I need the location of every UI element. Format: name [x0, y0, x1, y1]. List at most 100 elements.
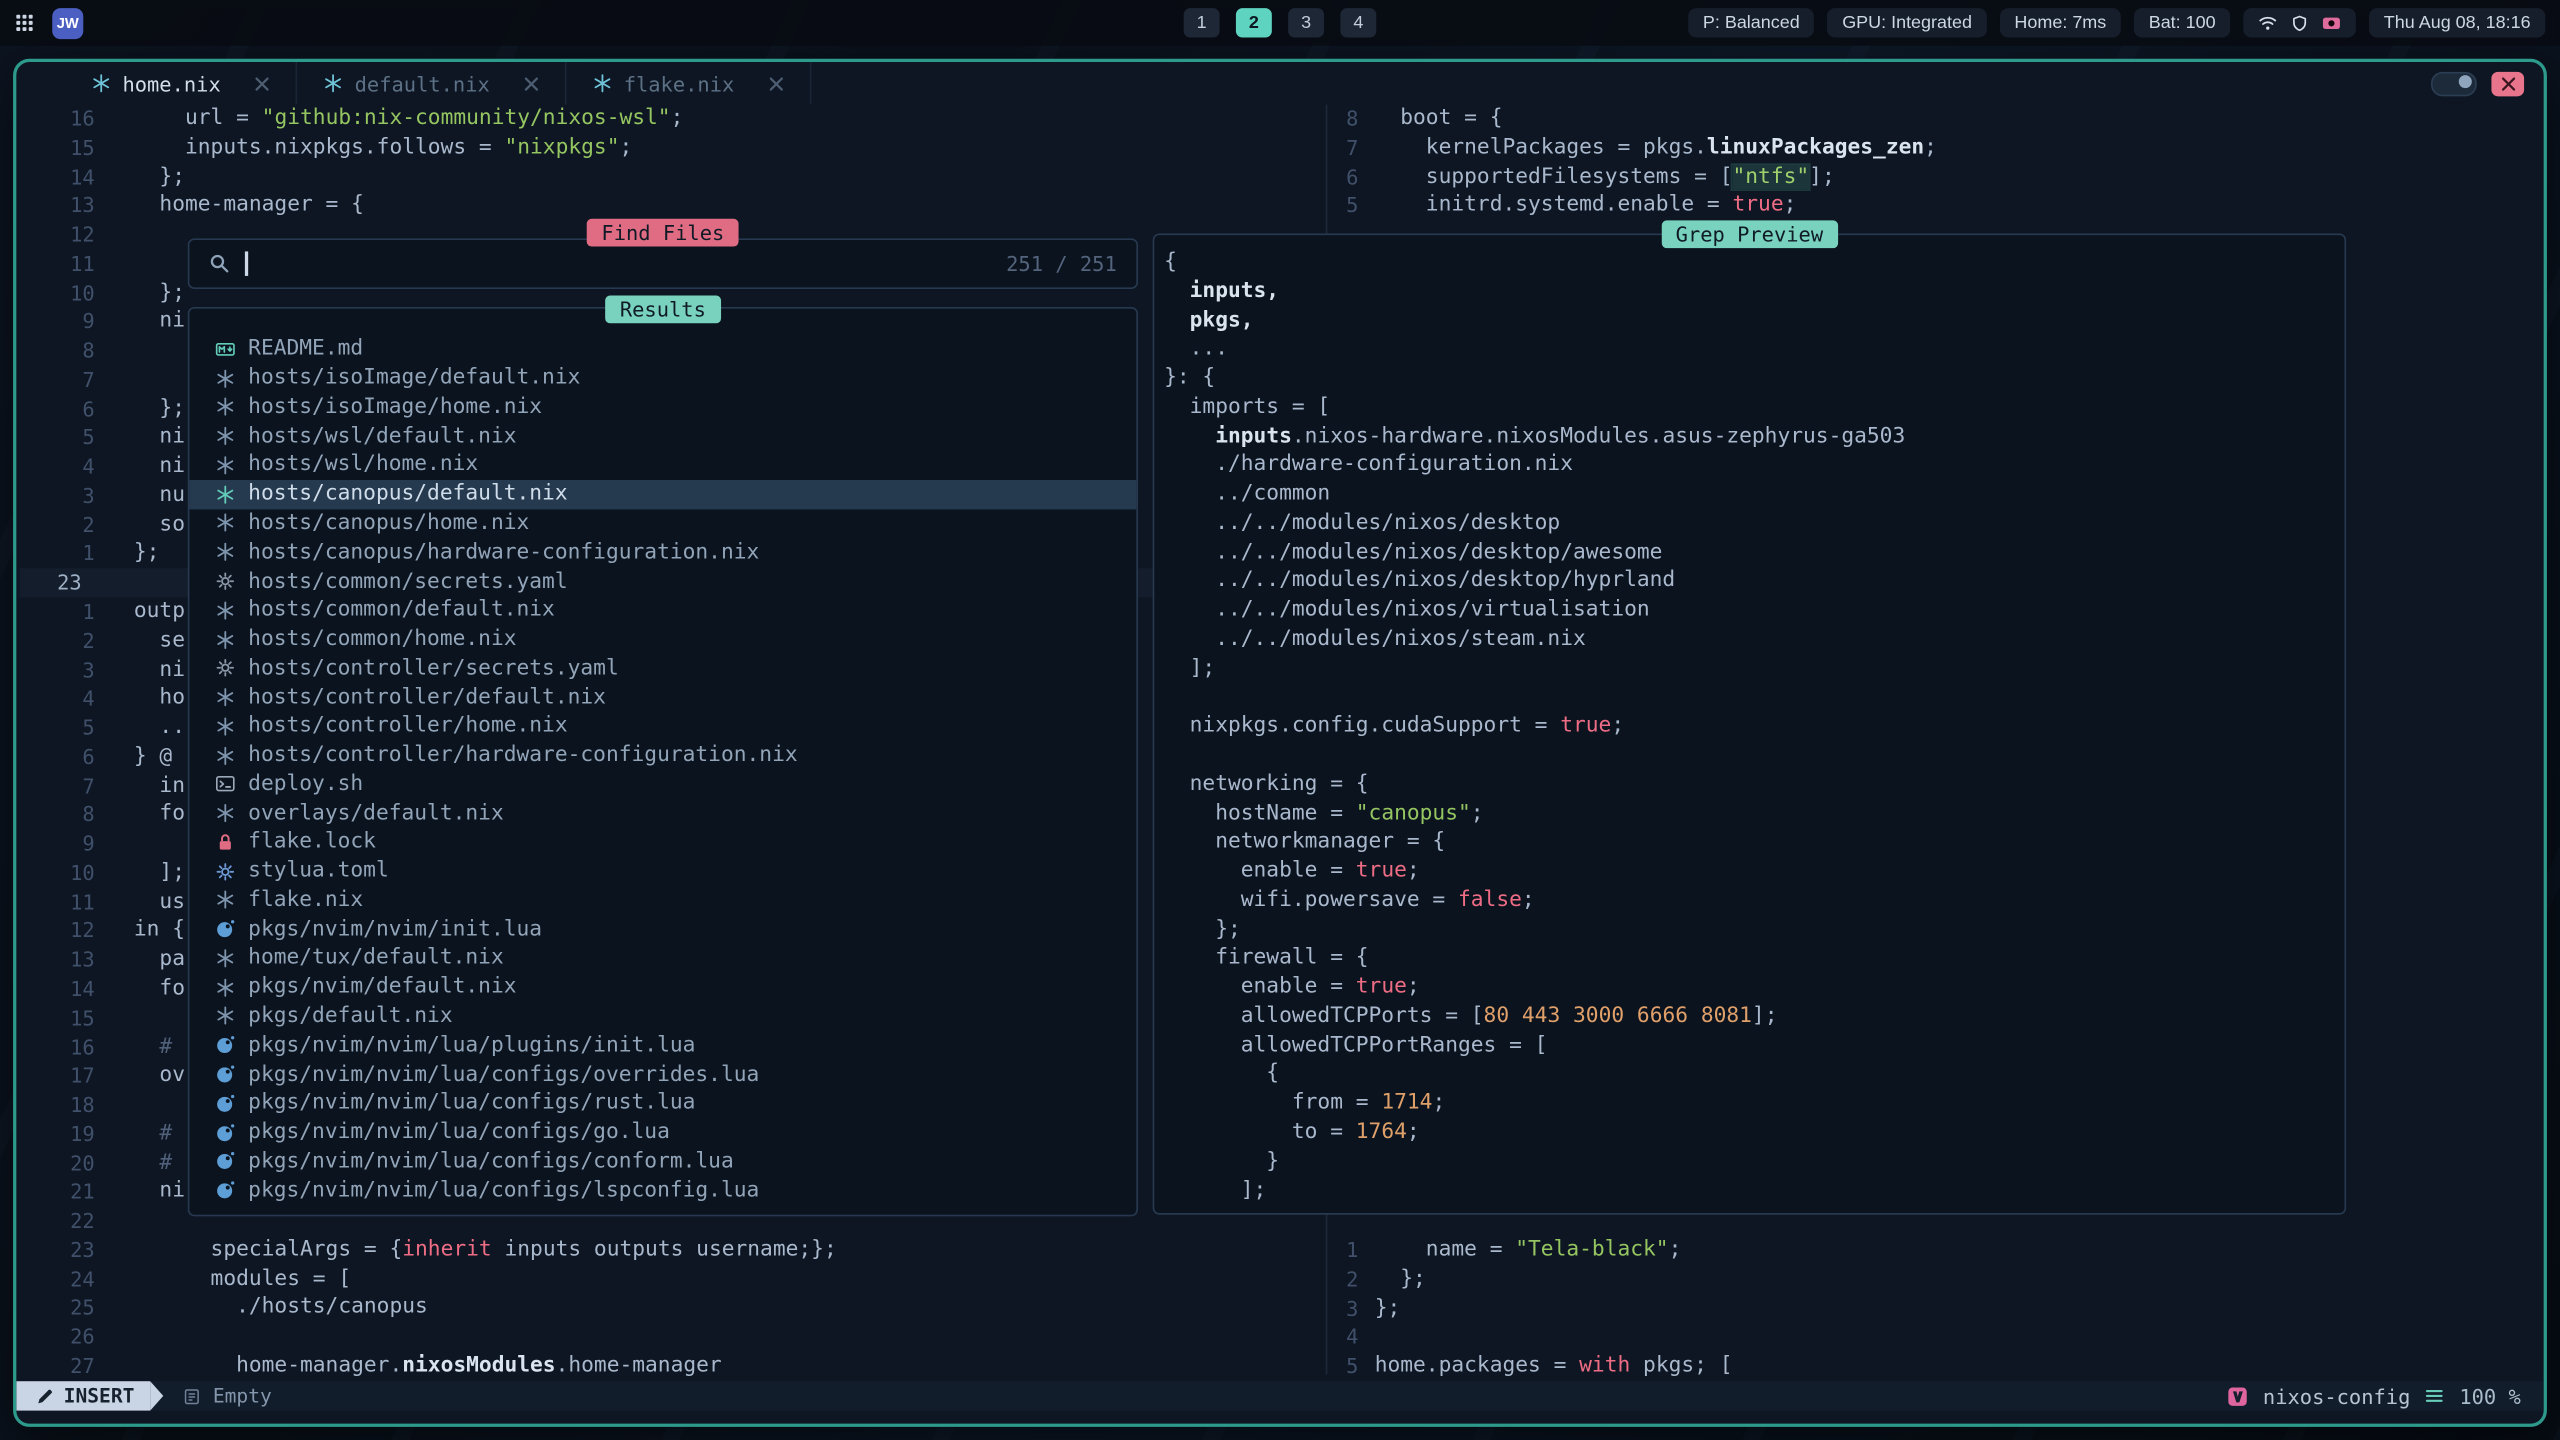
result-label: hosts/wsl/home.nix	[248, 453, 478, 477]
code-line: {	[1154, 1060, 2344, 1089]
tab-close-icon[interactable]	[524, 76, 539, 91]
code-line: 1 name = "Tela-black";	[1329, 1236, 2544, 1265]
result-item[interactable]: hosts/canopus/home.nix	[189, 509, 1136, 538]
buffer-status: Empty	[183, 1384, 271, 1407]
line-number: 13	[20, 946, 95, 975]
result-item[interactable]: pkgs/nvim/nvim/lua/configs/rust.lua	[189, 1089, 1136, 1118]
screencast-icon[interactable]	[2322, 13, 2342, 33]
result-item[interactable]: pkgs/nvim/nvim/lua/configs/go.lua	[189, 1118, 1136, 1147]
code-line: inputs.nixos-hardware.nixosModules.asus-…	[1154, 422, 2344, 451]
result-item[interactable]: pkgs/nvim/nvim/init.lua	[189, 915, 1136, 944]
tab-default.nix[interactable]: default.nix	[297, 62, 566, 104]
result-item[interactable]: home/tux/default.nix	[189, 944, 1136, 973]
shield-icon[interactable]	[2291, 14, 2309, 32]
result-item[interactable]: hosts/controller/hardware-configuration.…	[189, 741, 1136, 770]
line-number: 8	[1329, 104, 1358, 133]
code-text: so	[95, 511, 185, 540]
result-label: hosts/isoImage/home.nix	[248, 395, 542, 419]
result-item[interactable]: pkgs/nvim/nvim/lua/configs/lspconfig.lua	[189, 1176, 1136, 1205]
workspace-button[interactable]: 2	[1236, 8, 1272, 37]
code-text	[95, 221, 134, 250]
result-item[interactable]: pkgs/default.nix	[189, 1002, 1136, 1031]
wifi-icon[interactable]	[2258, 13, 2278, 33]
result-item[interactable]: flake.nix	[189, 886, 1136, 915]
results-title: Results	[605, 296, 720, 324]
code-text	[95, 250, 134, 279]
code-text: ov	[95, 1062, 185, 1091]
result-item[interactable]: pkgs/nvim/nvim/lua/configs/conform.lua	[189, 1147, 1136, 1176]
result-item[interactable]: hosts/canopus/default.nix	[189, 480, 1136, 509]
line-number: 5	[20, 424, 95, 453]
find-files-prompt[interactable]: Find Files 251 / 251	[188, 238, 1138, 289]
result-label: hosts/common/secrets.yaml	[248, 569, 567, 593]
result-item[interactable]: hosts/common/home.nix	[189, 625, 1136, 654]
nix-icon	[216, 716, 237, 736]
workspace-button[interactable]: 3	[1288, 8, 1324, 37]
result-item[interactable]: stylua.toml	[189, 857, 1136, 886]
app-launcher-icon[interactable]	[15, 13, 35, 33]
result-item[interactable]: hosts/wsl/default.nix	[189, 422, 1136, 451]
code-text: url = "github:nix-community/nixos-wsl";	[95, 104, 684, 133]
result-item[interactable]: hosts/common/secrets.yaml	[189, 567, 1136, 596]
result-label: flake.lock	[248, 830, 376, 854]
workspace-button[interactable]: 1	[1184, 8, 1220, 37]
code-text: };	[95, 395, 185, 424]
result-item[interactable]: pkgs/nvim/default.nix	[189, 973, 1136, 1002]
nix-icon	[216, 803, 237, 823]
tab-close-icon[interactable]	[255, 76, 270, 91]
lock-icon	[216, 832, 237, 852]
window-toggle[interactable]	[2431, 71, 2477, 95]
code-line: 8 boot = {	[1329, 104, 2544, 133]
result-item[interactable]: flake.lock	[189, 828, 1136, 857]
result-item[interactable]: overlays/default.nix	[189, 799, 1136, 828]
tab-flake.nix[interactable]: flake.nix	[567, 62, 811, 104]
result-item[interactable]: hosts/common/default.nix	[189, 596, 1136, 625]
nix-icon	[216, 948, 237, 968]
result-item[interactable]: pkgs/nvim/nvim/lua/plugins/init.lua	[189, 1031, 1136, 1060]
result-item[interactable]: hosts/wsl/home.nix	[189, 451, 1136, 480]
line-number: 14	[20, 162, 95, 191]
window-close-button[interactable]	[2491, 71, 2524, 95]
code-text: to = 1764;	[1154, 1118, 1419, 1147]
result-item[interactable]: README.md	[189, 335, 1136, 364]
code-text: #	[95, 1120, 173, 1149]
tab-close-icon[interactable]	[769, 76, 784, 91]
code-text: home.packages = with pkgs; [	[1358, 1352, 1732, 1381]
result-item[interactable]: pkgs/nvim/nvim/lua/configs/overrides.lua	[189, 1060, 1136, 1089]
user-logo[interactable]: JW	[52, 7, 83, 38]
code-line: networkmanager = {	[1154, 828, 2344, 857]
result-item[interactable]: hosts/controller/secrets.yaml	[189, 654, 1136, 683]
preview-title: Grep Preview	[1661, 220, 1838, 248]
search-icon	[209, 253, 230, 274]
line-number: 12	[20, 221, 95, 250]
tab-label: flake.nix	[624, 71, 735, 95]
pencil-icon	[36, 1387, 54, 1405]
code-text	[95, 830, 134, 859]
code-text	[1154, 741, 1164, 770]
status-module: Home: 7ms	[2000, 8, 2121, 37]
code-text	[95, 366, 134, 395]
code-line: ];	[1154, 654, 2344, 683]
nix-icon	[216, 977, 237, 997]
code-text: from = 1714;	[1154, 1089, 1445, 1118]
line-number: 15	[20, 1004, 95, 1033]
editor-pane-right-bottom[interactable]: 1 name = "Tela-black";2 };3};45home.pack…	[1329, 1236, 2544, 1381]
line-number: 9	[20, 308, 95, 337]
editor-pane-right-top[interactable]: 8 boot = {7 kernelPackages = pkgs.linuxP…	[1329, 104, 2544, 220]
result-item[interactable]: deploy.sh	[189, 770, 1136, 799]
result-item[interactable]: hosts/controller/home.nix	[189, 712, 1136, 741]
result-item[interactable]: hosts/controller/default.nix	[189, 683, 1136, 712]
code-text: nu	[95, 482, 185, 511]
result-item[interactable]: hosts/canopus/hardware-configuration.nix	[189, 538, 1136, 567]
result-item[interactable]: hosts/isoImage/default.nix	[189, 364, 1136, 393]
line-number: 9	[20, 830, 95, 859]
result-label: pkgs/nvim/nvim/lua/configs/go.lua	[248, 1120, 670, 1144]
line-number: 2	[20, 511, 95, 540]
code-line: from = 1714;	[1154, 1089, 2344, 1118]
workspace-button[interactable]: 4	[1340, 8, 1376, 37]
code-line: 5home.packages = with pkgs; [	[1329, 1352, 2544, 1381]
tab-home.nix[interactable]: home.nix	[65, 62, 297, 104]
nix-icon	[216, 397, 237, 417]
code-line: 3};	[1329, 1294, 2544, 1323]
result-item[interactable]: hosts/isoImage/home.nix	[189, 393, 1136, 422]
